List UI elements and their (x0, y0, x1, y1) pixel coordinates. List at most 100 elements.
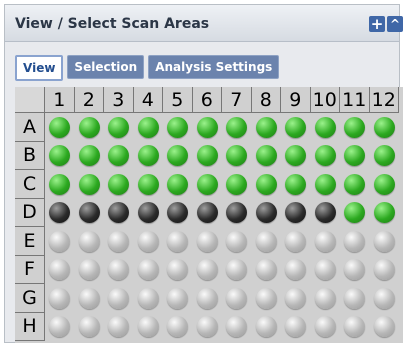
well-B9[interactable] (285, 145, 307, 167)
well-D9[interactable] (285, 202, 307, 224)
well-F11[interactable] (344, 259, 366, 281)
well-A10[interactable] (314, 116, 336, 138)
well-E1[interactable] (49, 230, 71, 252)
column-header-7[interactable]: 7 (222, 87, 252, 113)
well-G6[interactable] (196, 287, 218, 309)
well-C9[interactable] (285, 173, 307, 195)
well-G7[interactable] (226, 287, 248, 309)
well-F10[interactable] (314, 259, 336, 281)
well-H9[interactable] (285, 316, 307, 338)
well-G5[interactable] (167, 287, 189, 309)
tab-analysis-settings[interactable]: Analysis Settings (148, 55, 280, 79)
well-F1[interactable] (49, 259, 71, 281)
well-F3[interactable] (108, 259, 130, 281)
well-B7[interactable] (226, 145, 248, 167)
well-B1[interactable] (49, 145, 71, 167)
well-E5[interactable] (167, 230, 189, 252)
well-A5[interactable] (167, 116, 189, 138)
well-F2[interactable] (78, 259, 100, 281)
well-C11[interactable] (344, 173, 366, 195)
well-H1[interactable] (49, 316, 71, 338)
well-B4[interactable] (137, 145, 159, 167)
well-G1[interactable] (49, 287, 71, 309)
column-header-12[interactable]: 12 (369, 87, 399, 113)
well-E11[interactable] (344, 230, 366, 252)
well-E7[interactable] (226, 230, 248, 252)
well-A4[interactable] (137, 116, 159, 138)
row-header-E[interactable]: E (15, 227, 45, 256)
row-header-A[interactable]: A (15, 113, 45, 142)
well-A2[interactable] (78, 116, 100, 138)
row-header-F[interactable]: F (15, 255, 45, 284)
well-A9[interactable] (285, 116, 307, 138)
well-C5[interactable] (167, 173, 189, 195)
well-B11[interactable] (344, 145, 366, 167)
row-header-B[interactable]: B (15, 141, 45, 170)
well-C10[interactable] (314, 173, 336, 195)
well-F7[interactable] (226, 259, 248, 281)
well-D2[interactable] (78, 202, 100, 224)
column-header-4[interactable]: 4 (133, 87, 163, 113)
collapse-icon[interactable]: ^ (387, 16, 403, 32)
well-E3[interactable] (108, 230, 130, 252)
well-C4[interactable] (137, 173, 159, 195)
row-header-G[interactable]: G (15, 284, 45, 313)
well-H7[interactable] (226, 316, 248, 338)
well-H3[interactable] (108, 316, 130, 338)
well-B2[interactable] (78, 145, 100, 167)
well-A12[interactable] (373, 116, 395, 138)
well-E6[interactable] (196, 230, 218, 252)
well-E2[interactable] (78, 230, 100, 252)
well-C2[interactable] (78, 173, 100, 195)
well-D7[interactable] (226, 202, 248, 224)
well-A7[interactable] (226, 116, 248, 138)
well-F4[interactable] (137, 259, 159, 281)
well-D4[interactable] (137, 202, 159, 224)
well-E9[interactable] (285, 230, 307, 252)
well-D12[interactable] (373, 202, 395, 224)
well-E4[interactable] (137, 230, 159, 252)
well-C12[interactable] (373, 173, 395, 195)
well-D3[interactable] (108, 202, 130, 224)
well-G11[interactable] (344, 287, 366, 309)
well-C1[interactable] (49, 173, 71, 195)
well-A11[interactable] (344, 116, 366, 138)
well-G3[interactable] (108, 287, 130, 309)
well-D11[interactable] (344, 202, 366, 224)
well-E8[interactable] (255, 230, 277, 252)
column-header-10[interactable]: 10 (310, 87, 340, 113)
column-header-1[interactable]: 1 (45, 87, 75, 113)
well-A1[interactable] (49, 116, 71, 138)
well-H10[interactable] (314, 316, 336, 338)
well-C6[interactable] (196, 173, 218, 195)
well-E12[interactable] (373, 230, 395, 252)
row-header-H[interactable]: H (15, 312, 45, 341)
row-header-D[interactable]: D (15, 198, 45, 227)
well-F6[interactable] (196, 259, 218, 281)
plus-icon[interactable]: + (369, 16, 385, 32)
column-header-11[interactable]: 11 (340, 87, 370, 113)
column-header-6[interactable]: 6 (192, 87, 222, 113)
well-D5[interactable] (167, 202, 189, 224)
well-G9[interactable] (285, 287, 307, 309)
well-G10[interactable] (314, 287, 336, 309)
well-H6[interactable] (196, 316, 218, 338)
tab-view[interactable]: View (15, 55, 64, 81)
column-header-8[interactable]: 8 (251, 87, 281, 113)
well-B6[interactable] (196, 145, 218, 167)
well-B5[interactable] (167, 145, 189, 167)
well-B8[interactable] (255, 145, 277, 167)
column-header-3[interactable]: 3 (104, 87, 134, 113)
well-H11[interactable] (344, 316, 366, 338)
well-C3[interactable] (108, 173, 130, 195)
well-D6[interactable] (196, 202, 218, 224)
well-F8[interactable] (255, 259, 277, 281)
well-B3[interactable] (108, 145, 130, 167)
well-G8[interactable] (255, 287, 277, 309)
column-header-9[interactable]: 9 (281, 87, 311, 113)
well-G2[interactable] (78, 287, 100, 309)
well-F5[interactable] (167, 259, 189, 281)
well-H12[interactable] (373, 316, 395, 338)
well-D10[interactable] (314, 202, 336, 224)
well-G12[interactable] (373, 287, 395, 309)
